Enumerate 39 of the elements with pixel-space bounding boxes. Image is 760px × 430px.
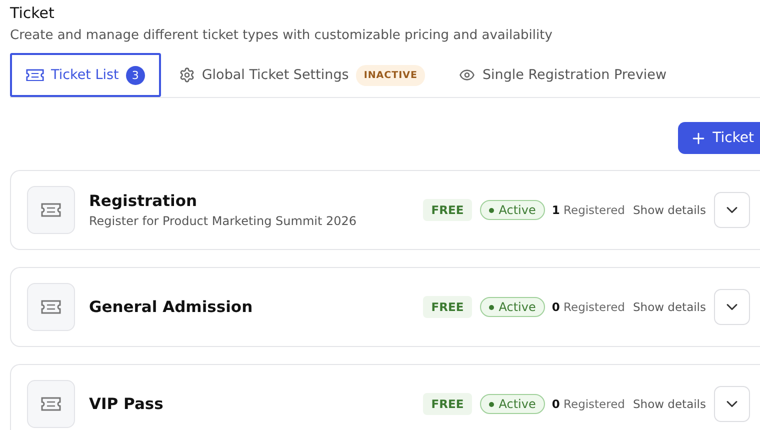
registered-count: 0 Registered <box>552 397 625 411</box>
status-badge: INACTIVE <box>356 64 426 86</box>
ticket-name: VIP Pass <box>89 395 164 413</box>
ticket-icon <box>26 68 44 82</box>
status-pill: Active <box>480 394 545 414</box>
ticket-name: General Admission <box>89 298 254 316</box>
tab-label: Single Registration Preview <box>482 67 667 83</box>
page-subtitle: Create and manage different ticket types with customizable pricing and availability <box>10 28 554 43</box>
ticket-icon <box>41 203 61 217</box>
registered-count: 1 Registered <box>552 203 625 217</box>
expand-button[interactable] <box>714 192 750 228</box>
expand-button[interactable] <box>714 289 750 325</box>
expand-button[interactable] <box>714 386 750 422</box>
eye-icon <box>459 67 476 83</box>
tab[interactable]: Global Ticket Settings INACTIVE <box>162 53 442 97</box>
show-details-link[interactable]: Show details <box>633 203 706 217</box>
settings-icon <box>178 67 195 83</box>
count-badge: 3 <box>126 66 145 84</box>
ticket-description: Register for Product Marketing Summit 2026 <box>89 214 358 228</box>
tab-label: Global Ticket Settings <box>202 67 349 83</box>
price-tag: FREE <box>423 393 472 415</box>
price-tag: FREE <box>423 296 472 318</box>
show-details-link[interactable]: Show details <box>633 397 706 411</box>
status-pill: Active <box>480 297 545 317</box>
status-dot <box>488 304 494 310</box>
tab-label: Ticket List <box>51 67 119 83</box>
show-details-link[interactable]: Show details <box>633 300 706 314</box>
ticket-icon <box>41 397 61 411</box>
status-dot <box>488 208 494 212</box>
tab[interactable]: Ticket List 3 <box>10 53 161 97</box>
price-tag: FREE <box>423 199 472 221</box>
add-ticket-button[interactable]: Ticket <box>678 122 760 154</box>
registered-count: 0 Registered <box>552 300 625 314</box>
status-pill: Active <box>480 200 545 220</box>
ticket-icon <box>41 300 61 314</box>
tab[interactable]: Single Registration Preview <box>443 53 683 97</box>
status-dot <box>488 402 494 406</box>
ticket-name: Registration <box>89 192 198 210</box>
page-title: Ticket <box>10 4 56 24</box>
